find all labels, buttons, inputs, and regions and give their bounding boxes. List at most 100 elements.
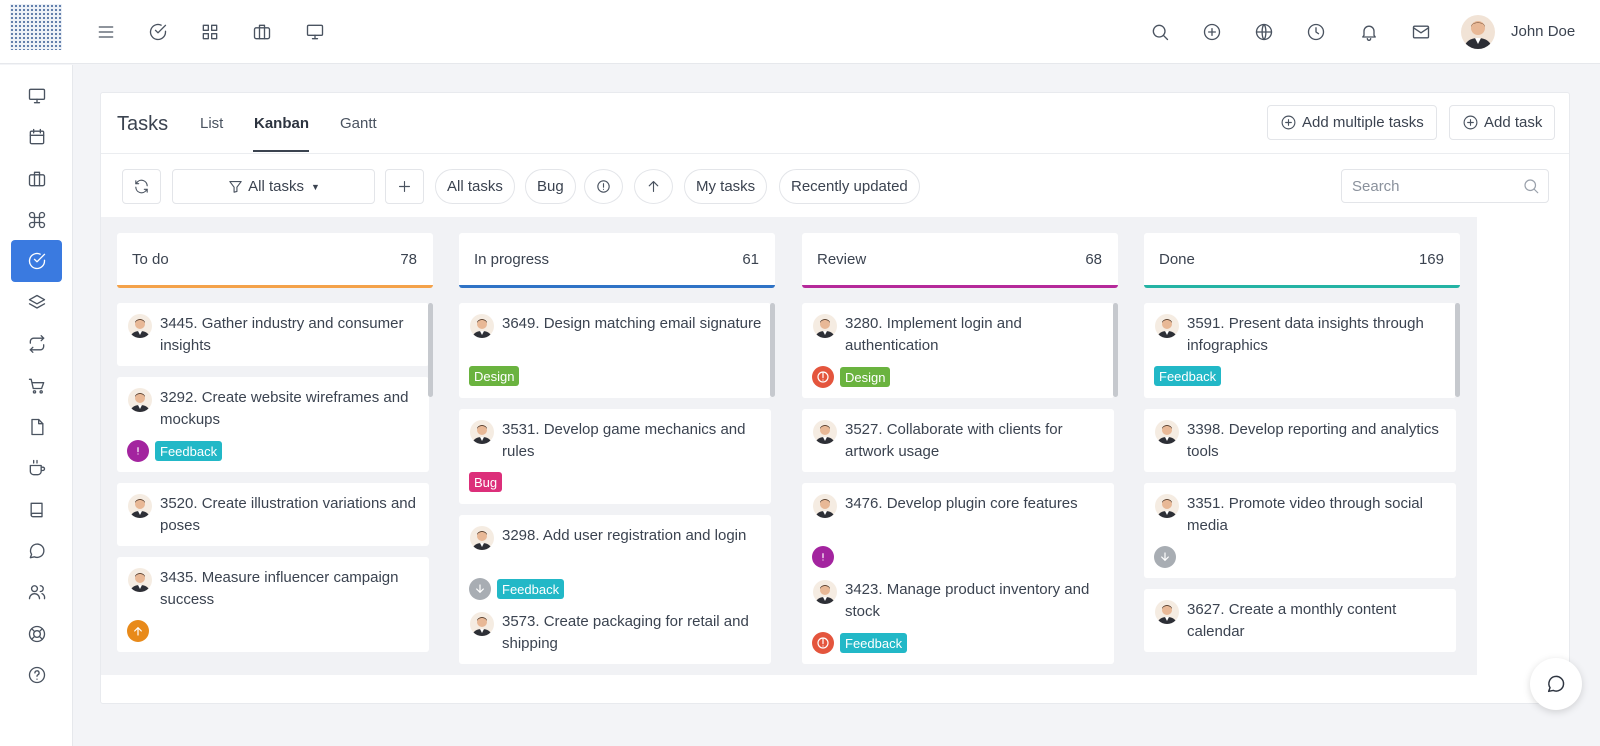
sidebar-item-shop[interactable]	[11, 365, 62, 407]
priority-low-icon	[469, 578, 491, 600]
sidebar-item-chat[interactable]	[11, 530, 62, 572]
task-title: 3298. Add user registration and login	[502, 527, 747, 544]
sidebar-item-command[interactable]	[11, 199, 62, 241]
column-count: 68	[1085, 251, 1102, 268]
sidebar-item-users[interactable]	[11, 571, 62, 613]
sidebar-item-dashboard[interactable]	[11, 75, 62, 117]
command-icon	[28, 211, 45, 229]
tag-badge: Design	[469, 366, 520, 386]
divider	[101, 153, 1569, 154]
avatar	[470, 420, 494, 444]
task-card[interactable]: 3292. Create website wireframes and mock…	[117, 377, 429, 472]
sidebar-item-book[interactable]	[11, 489, 62, 531]
tab-list[interactable]: List	[200, 115, 223, 132]
monitor-icon[interactable]	[303, 20, 327, 44]
avatar	[813, 314, 837, 338]
globe-icon[interactable]	[1252, 20, 1276, 44]
clock-icon[interactable]	[1304, 20, 1328, 44]
task-card[interactable]: 3649. Design matching email signature Des…	[459, 303, 771, 398]
task-title: 3398. Develop reporting and analytics to…	[1187, 421, 1439, 460]
scrollbar-thumb[interactable]	[770, 303, 775, 397]
filter-all-tasks[interactable]: All tasks	[435, 169, 515, 204]
bell-icon[interactable]	[1357, 20, 1381, 44]
sidebar-item-support[interactable]	[11, 613, 62, 655]
task-card[interactable]: 3445. Gather industry and consumer insig…	[117, 303, 429, 366]
avatar[interactable]	[1461, 15, 1495, 49]
coffee-icon	[29, 459, 45, 476]
tag-badge: Feedback	[497, 579, 565, 599]
tab-gantt[interactable]: Gantt	[340, 115, 377, 132]
task-card[interactable]: 3351. Promote video through social media	[1144, 483, 1456, 578]
refresh-button[interactable]	[122, 169, 161, 204]
task-card[interactable]: 3591. Present data insights through info…	[1144, 303, 1456, 398]
task-filter-dropdown[interactable]: All tasks ▼	[172, 169, 375, 204]
search-icon[interactable]	[1522, 177, 1540, 195]
tab-kanban[interactable]: Kanban	[254, 115, 309, 132]
task-card[interactable]: 3398. Develop reporting and analytics to…	[1144, 409, 1456, 472]
filter-priority-button[interactable]	[584, 169, 623, 204]
check-circle-icon[interactable]	[146, 20, 170, 44]
task-meta	[127, 620, 149, 642]
add-filter-button[interactable]	[385, 169, 424, 204]
mail-icon[interactable]	[1409, 20, 1433, 44]
task-meta: Feedback	[127, 440, 223, 462]
sidebar-item-tasks[interactable]	[11, 240, 62, 282]
task-card[interactable]: 3573. Create packaging for retail and sh…	[459, 601, 771, 664]
task-card[interactable]: 3527. Collaborate with clients for artwo…	[802, 409, 1114, 472]
avatar	[813, 494, 837, 518]
sidebar-item-coffee[interactable]	[11, 447, 62, 489]
plus-circle-icon	[1463, 115, 1478, 130]
monitor-icon	[28, 88, 45, 104]
scrollbar-thumb[interactable]	[1455, 303, 1460, 397]
arrow-up-icon	[648, 180, 659, 193]
filter-my-tasks[interactable]: My tasks	[684, 169, 768, 204]
lifebuoy-icon	[28, 625, 45, 643]
task-card[interactable]: 3476. Develop plugin core features	[802, 483, 1114, 578]
task-card[interactable]: 3423. Manage product inventory and stock…	[802, 569, 1114, 664]
search-input[interactable]	[1342, 170, 1512, 202]
avatar	[128, 388, 152, 412]
scrollbar-thumb[interactable]	[428, 303, 433, 397]
calendar-icon	[29, 128, 44, 145]
task-card[interactable]: 3298. Add user registration and login Fee…	[459, 515, 771, 610]
scrollbar-thumb[interactable]	[1113, 303, 1118, 397]
sidebar-item-repeat[interactable]	[11, 323, 62, 365]
task-card[interactable]: 3280. Implement login and authentication…	[802, 303, 1114, 398]
task-filter-label: All tasks	[248, 178, 304, 195]
column-title: Review	[817, 251, 867, 268]
sort-button[interactable]	[634, 169, 673, 204]
task-card[interactable]: 3520. Create illustration variations and…	[117, 483, 429, 546]
add-task-button[interactable]: Add task	[1449, 105, 1556, 140]
file-icon	[30, 418, 43, 436]
help-circle-icon	[28, 666, 45, 684]
sidebar-item-help[interactable]	[11, 654, 62, 696]
sidebar-item-calendar[interactable]	[11, 116, 62, 158]
menu-icon[interactable]	[94, 20, 118, 44]
briefcase-icon	[28, 171, 45, 187]
task-title: 3573. Create packaging for retail and sh…	[502, 613, 749, 652]
task-card[interactable]: 3435. Measure influencer campaign succes…	[117, 557, 429, 652]
priority-urgent-icon	[812, 632, 834, 654]
task-title: 3627. Create a monthly content calendar	[1187, 601, 1397, 640]
user-name[interactable]: John Doe	[1511, 23, 1575, 40]
logo[interactable]	[10, 4, 62, 50]
briefcase-icon[interactable]	[250, 20, 274, 44]
chat-button[interactable]	[1530, 658, 1582, 710]
sidebar-item-projects[interactable]	[11, 158, 62, 200]
search-box	[1341, 169, 1549, 203]
sidebar-item-layers[interactable]	[11, 282, 62, 324]
plus-circle-icon[interactable]	[1200, 20, 1224, 44]
filter-bug[interactable]: Bug	[525, 169, 576, 204]
priority-urgent-icon	[812, 366, 834, 388]
task-meta: Design	[469, 366, 520, 386]
search-icon[interactable]	[1148, 20, 1172, 44]
sidebar-item-files[interactable]	[11, 406, 62, 448]
check-circle-icon	[28, 252, 45, 270]
add-multiple-tasks-button[interactable]: Add multiple tasks	[1267, 105, 1437, 140]
grid-icon[interactable]	[198, 20, 222, 44]
column-header: To do 78	[117, 233, 433, 288]
alert-circle-icon	[597, 180, 610, 193]
task-card[interactable]: 3627. Create a monthly content calendar	[1144, 589, 1456, 652]
filter-recently-updated[interactable]: Recently updated	[779, 169, 920, 204]
task-card[interactable]: 3531. Develop game mechanics and rules Bu…	[459, 409, 771, 504]
